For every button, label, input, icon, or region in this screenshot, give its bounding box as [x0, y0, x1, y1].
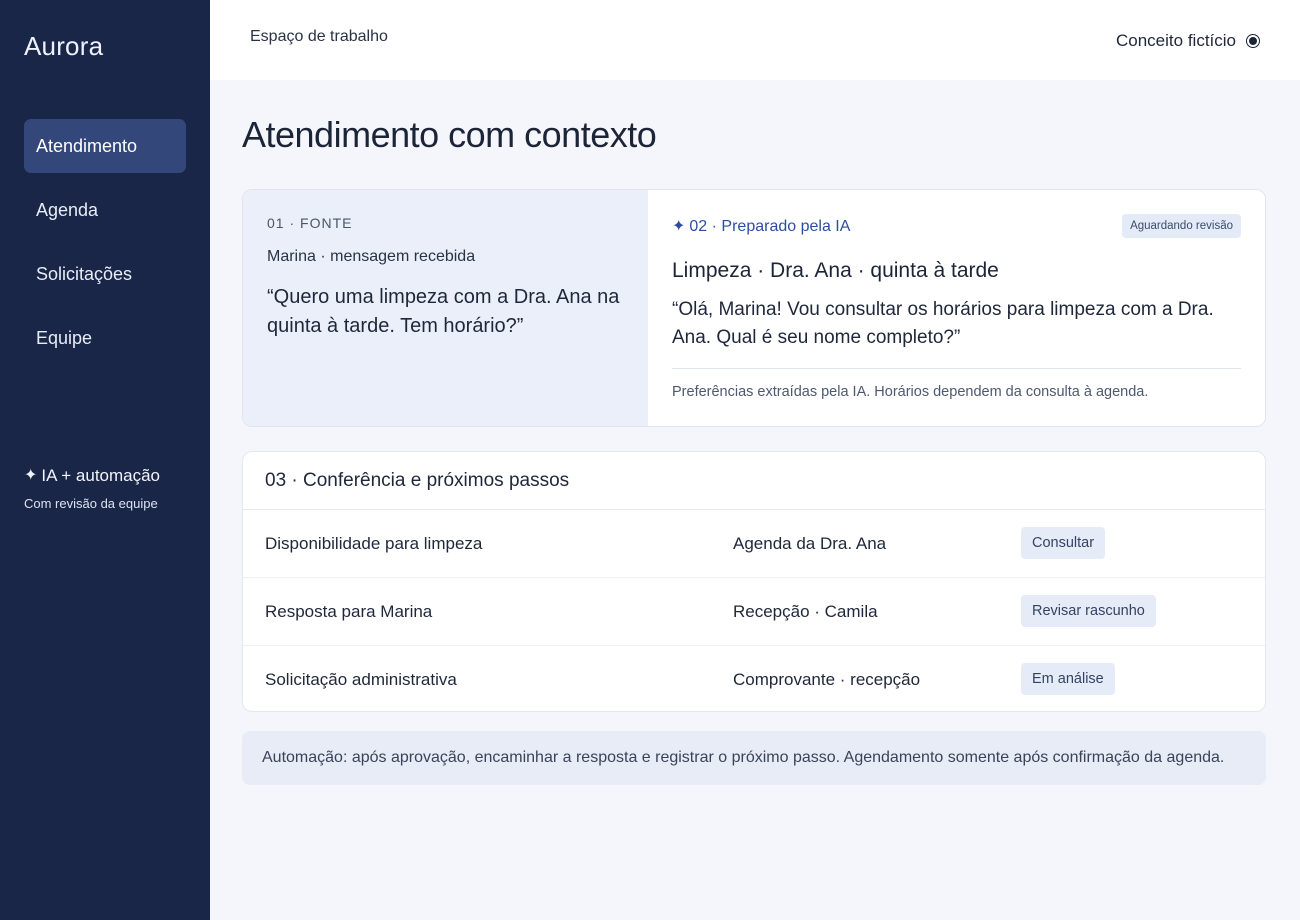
revisar-rascunho-button[interactable]: Revisar rascunho	[1021, 595, 1156, 627]
sparkle-icon: ✦	[672, 218, 686, 235]
workspace-label: Espaço de trabalho	[250, 28, 388, 45]
sidebar-item-solicitacoes[interactable]: Solicitações	[24, 247, 186, 301]
step-owner: Agenda da Dra. Ana	[733, 534, 887, 553]
context-card: 01 · FONTE Marina · mensagem recebida “Q…	[242, 189, 1266, 427]
sidebar-item-atendimento[interactable]: Atendimento	[24, 119, 186, 173]
app-logo-text: Aurora	[24, 31, 104, 61]
page-title: Atendimento com contexto	[242, 114, 657, 155]
concept-label: Conceito fictício	[1116, 31, 1236, 50]
prepared-reply: “Olá, Marina! Vou consultar os horários …	[672, 299, 1214, 348]
em-analise-button[interactable]: Em análise	[1021, 663, 1115, 695]
radio-icon	[1246, 34, 1260, 48]
step-task: Solicitação administrativa	[265, 670, 457, 689]
table-row: Resposta para Marina Recepção · Camila R…	[243, 578, 1265, 646]
status-badge: Aguardando revisão	[1122, 214, 1241, 238]
divider	[672, 368, 1241, 369]
next-steps-card: 03 · Conferência e próximos passos Dispo…	[242, 451, 1266, 712]
source-message: “Quero uma limpeza com a Dra. Ana na qui…	[267, 286, 620, 337]
prepared-label: 02 · Preparado pela IA	[689, 218, 851, 235]
step-task: Resposta para Marina	[265, 602, 433, 621]
topbar: Espaço de trabalho Conceito fictício	[210, 0, 1300, 80]
prepared-title: Limpeza · Dra. Ana · quinta à tarde	[672, 259, 999, 282]
consultar-button[interactable]: Consultar	[1021, 527, 1106, 559]
ai-title: IA + automação	[41, 466, 161, 485]
automation-note: Automação: após aprovação, encaminhar a …	[242, 731, 1266, 785]
table-row: Solicitação administrativa Comprovante ·…	[243, 646, 1265, 711]
ai-prepared-panel: ✦ 02 · Preparado pela IA Aguardando revi…	[648, 190, 1265, 426]
step-task: Disponibilidade para limpeza	[265, 534, 483, 553]
sidebar: Aurora Atendimento Agenda Solicitações E…	[0, 0, 210, 920]
sidebar-item-agenda[interactable]: Agenda	[24, 183, 186, 237]
concept-indicator: Conceito fictício	[1116, 31, 1260, 51]
step-owner: Comprovante · recepção	[733, 670, 921, 689]
ai-automation-info: ✦ IA + automação Com revisão da equipe	[24, 466, 160, 511]
source-panel: 01 · FONTE Marina · mensagem recebida “Q…	[243, 190, 648, 426]
source-label: 01 · FONTE	[267, 215, 353, 231]
steps-title: 03 · Conferência e próximos passos	[243, 452, 1265, 510]
table-row: Disponibilidade para limpeza Agenda da D…	[243, 510, 1265, 578]
sparkle-icon: ✦	[24, 467, 38, 484]
sidebar-nav: Atendimento Agenda Solicitações Equipe	[24, 119, 186, 375]
prepared-note: Preferências extraídas pela IA. Horários…	[672, 384, 1149, 400]
sidebar-item-equipe[interactable]: Equipe	[24, 311, 186, 365]
source-sender: Marina · mensagem recebida	[267, 248, 476, 265]
ai-subtitle: Com revisão da equipe	[24, 496, 158, 511]
step-owner: Recepção · Camila	[733, 602, 878, 621]
